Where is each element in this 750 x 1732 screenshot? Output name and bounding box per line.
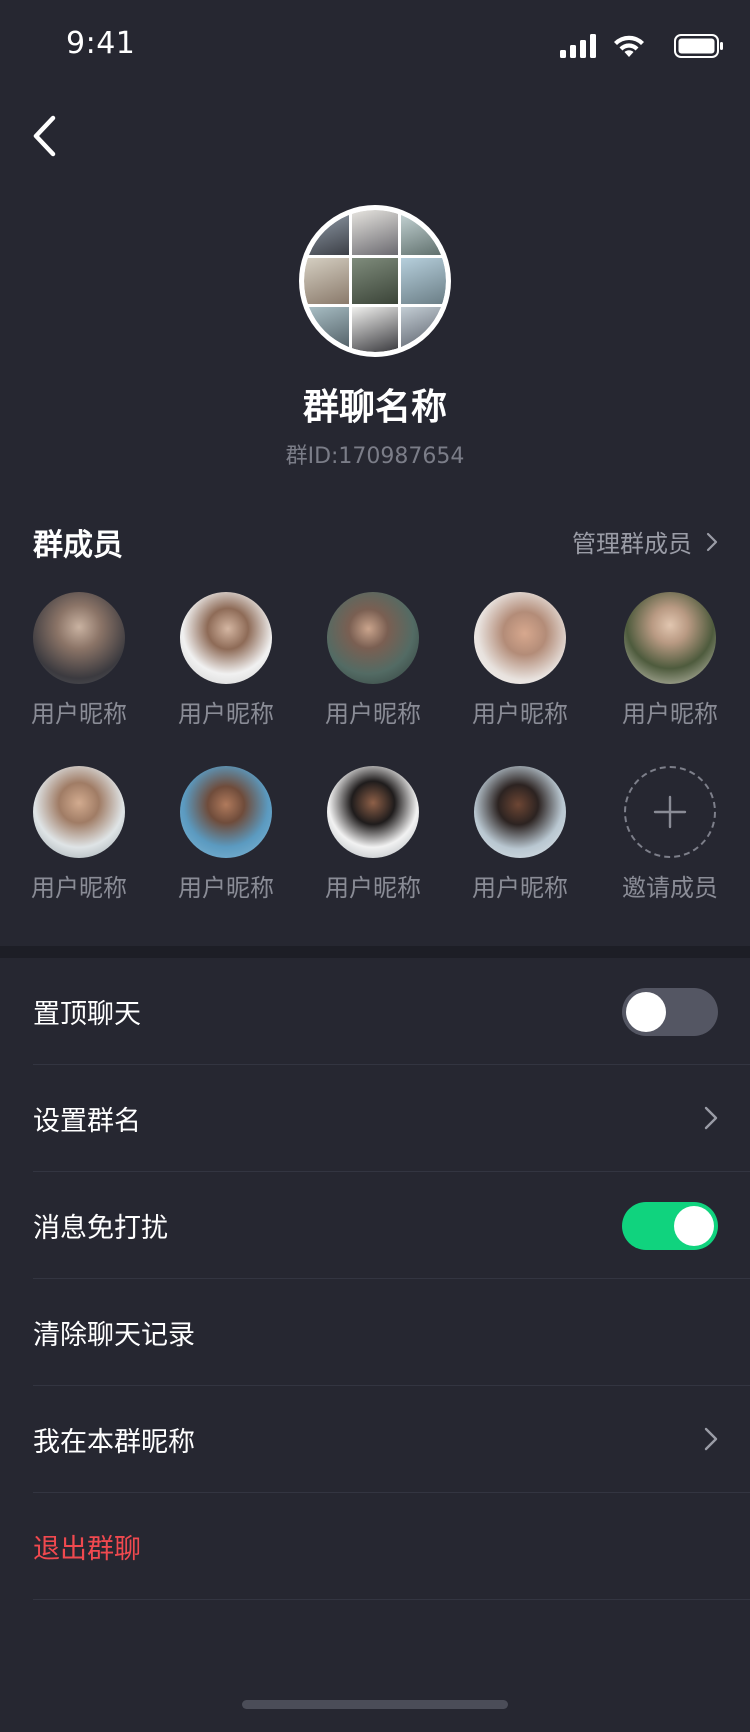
- avatar: [474, 592, 566, 684]
- group-avatar-photo: [352, 258, 398, 304]
- toggle-knob: [626, 992, 666, 1032]
- avatar: [474, 766, 566, 858]
- member-name: 用户昵称: [178, 874, 274, 902]
- setting-clear-history[interactable]: 清除聊天记录: [33, 1279, 750, 1386]
- avatar: [33, 766, 125, 858]
- avatar: [33, 592, 125, 684]
- member-item[interactable]: 用户昵称: [465, 766, 575, 903]
- setting-set-group-name[interactable]: 设置群名: [33, 1065, 750, 1172]
- manage-members-link[interactable]: 管理群成员: [572, 524, 718, 559]
- back-button[interactable]: [24, 110, 64, 162]
- toggle-knob: [674, 1206, 714, 1246]
- status-time: 9:41: [66, 26, 136, 61]
- setting-do-not-disturb: 消息免打扰: [33, 1172, 750, 1279]
- member-name: 用户昵称: [31, 700, 127, 728]
- avatar: [624, 592, 716, 684]
- chevron-right-icon: [704, 1427, 718, 1451]
- chevron-right-icon: [704, 1106, 718, 1130]
- setting-label: 我在本群昵称: [33, 1426, 195, 1458]
- member-name: 用户昵称: [325, 874, 421, 902]
- group-name: 群聊名称: [302, 387, 447, 428]
- chevron-left-icon: [33, 115, 56, 157]
- setting-my-nickname[interactable]: 我在本群昵称: [33, 1386, 750, 1493]
- manage-members-label: 管理群成员: [572, 530, 692, 558]
- cellular-signal-icon: [560, 34, 596, 58]
- group-chat-settings-screen: 9:41 群聊名称 群ID:170987654 群成员 管理群成员 用户昵称 用…: [0, 0, 750, 1732]
- members-section-title: 群成员: [33, 528, 123, 563]
- do-not-disturb-toggle[interactable]: [622, 1202, 718, 1250]
- avatar: [327, 766, 419, 858]
- member-item[interactable]: 用户昵称: [465, 592, 575, 729]
- pin-chat-toggle[interactable]: [622, 988, 718, 1036]
- setting-label: 消息免打扰: [33, 1212, 168, 1244]
- member-item[interactable]: 用户昵称: [24, 766, 134, 903]
- member-item[interactable]: 用户昵称: [318, 766, 428, 903]
- member-item[interactable]: 用户昵称: [318, 592, 428, 729]
- invite-member-label: 邀请成员: [622, 874, 718, 902]
- avatar: [180, 592, 272, 684]
- member-name: 用户昵称: [31, 874, 127, 902]
- wifi-icon: [614, 35, 644, 57]
- leave-group-button[interactable]: 退出群聊: [33, 1493, 750, 1600]
- invite-circle: [624, 766, 716, 858]
- group-avatar-photo: [400, 306, 446, 352]
- member-item[interactable]: 用户昵称: [171, 592, 281, 729]
- home-indicator: [242, 1700, 508, 1709]
- member-item[interactable]: 用户昵称: [24, 592, 134, 729]
- invite-member-button[interactable]: 邀请成员: [615, 766, 725, 903]
- member-name: 用户昵称: [325, 700, 421, 728]
- group-avatar-photo: [352, 306, 398, 352]
- setting-label: 退出群聊: [33, 1533, 141, 1565]
- member-name: 用户昵称: [472, 700, 568, 728]
- status-bar: 9:41: [0, 0, 750, 88]
- setting-pin-chat: 置顶聊天: [33, 958, 750, 1065]
- plus-icon: [653, 795, 687, 829]
- group-id: 群ID:170987654: [285, 444, 465, 469]
- section-divider: [0, 946, 750, 958]
- group-avatar-photo: [304, 210, 350, 256]
- avatar: [180, 766, 272, 858]
- member-item[interactable]: 用户昵称: [615, 592, 725, 729]
- setting-label: 置顶聊天: [33, 998, 141, 1030]
- chevron-right-icon: [706, 532, 718, 551]
- group-avatar-photo: [352, 210, 398, 256]
- member-name: 用户昵称: [178, 700, 274, 728]
- member-item[interactable]: 用户昵称: [171, 766, 281, 903]
- group-avatar-photo: [400, 258, 446, 304]
- battery-icon: [674, 34, 723, 58]
- group-avatar-photo: [304, 258, 350, 304]
- group-avatar-photo: [400, 210, 446, 256]
- avatar: [327, 592, 419, 684]
- group-avatar[interactable]: [299, 205, 451, 357]
- setting-label: 清除聊天记录: [33, 1319, 195, 1351]
- group-avatar-photo: [304, 306, 350, 352]
- member-name: 用户昵称: [472, 874, 568, 902]
- settings-list: 置顶聊天 设置群名 消息免打扰 清除聊天记录 我在本群昵称 退出群聊: [0, 958, 750, 1600]
- member-name: 用户昵称: [622, 700, 718, 728]
- setting-label: 设置群名: [33, 1105, 141, 1137]
